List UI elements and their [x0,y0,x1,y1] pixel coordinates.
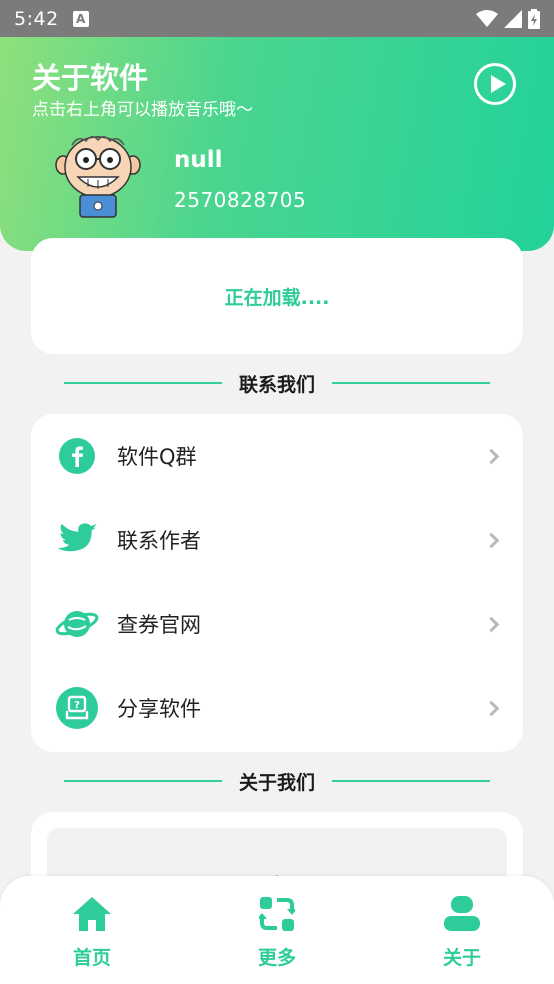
menu-item-contact-author[interactable]: 联系作者 [31,498,523,582]
facebook-icon [55,434,99,478]
twitter-icon [55,518,99,562]
divider-line [332,780,491,782]
a-icon: A [72,10,89,27]
chevron-right-icon [483,616,500,632]
about-section-header: 关于我们 [64,766,491,796]
nav-label: 关于 [442,947,481,969]
play-icon[interactable] [474,63,516,105]
status-icons [476,8,540,29]
wifi-icon [476,9,498,27]
divider-line [64,382,222,384]
nav-label: 更多 [257,947,296,969]
contact-menu: 软件Q群 联系作者 查券官网 ? 分享软件 [31,414,523,752]
planet-icon [55,602,99,646]
menu-item-coupon-site[interactable]: 查券官网 [31,582,523,666]
chevron-right-icon [483,448,500,464]
menu-item-label: 分享软件 [117,697,201,721]
contact-section-title: 联系我们 [239,373,316,396]
loading-text: 正在加载.... [224,286,330,309]
about-section-title: 关于我们 [239,771,316,794]
divider-line [332,382,491,384]
menu-item-qq-group[interactable]: 软件Q群 [31,414,523,498]
nav-label: 首页 [72,947,111,969]
divider-line [64,780,222,782]
refresh-icon [257,894,297,934]
share-box-icon: ? [55,686,99,730]
menu-item-label: 查券官网 [117,613,201,637]
contact-section-header: 联系我们 [64,368,491,398]
svg-text:?: ? [74,700,80,711]
user-icon [442,894,482,934]
page-title: 关于软件 [32,61,149,95]
nav-item-home[interactable]: 首页 [42,894,142,974]
home-icon [72,894,112,934]
signal-icon [504,9,522,28]
chevron-right-icon [483,700,500,716]
menu-item-label: 联系作者 [117,529,201,553]
chevron-right-icon [483,532,500,548]
avatar [55,136,141,218]
status-bar: 5:42 A [0,0,554,37]
nav-item-about[interactable]: 关于 [412,894,512,974]
page-subtitle: 点击右上角可以播放音乐哦～ [32,100,253,120]
profile-header: 关于软件 点击右上角可以播放音乐哦～ null 2570828705 [0,37,554,251]
status-time: 5:42 [14,7,59,30]
username: null [174,147,223,173]
user-id: 2570828705 [174,188,307,212]
menu-item-share-app[interactable]: ? 分享软件 [31,666,523,750]
battery-icon [528,8,540,29]
menu-item-label: 软件Q群 [117,445,197,469]
bottom-nav: 首页 更多 关于 [0,876,554,984]
nav-item-more[interactable]: 更多 [227,894,327,974]
loading-card: 正在加载.... [31,238,523,354]
